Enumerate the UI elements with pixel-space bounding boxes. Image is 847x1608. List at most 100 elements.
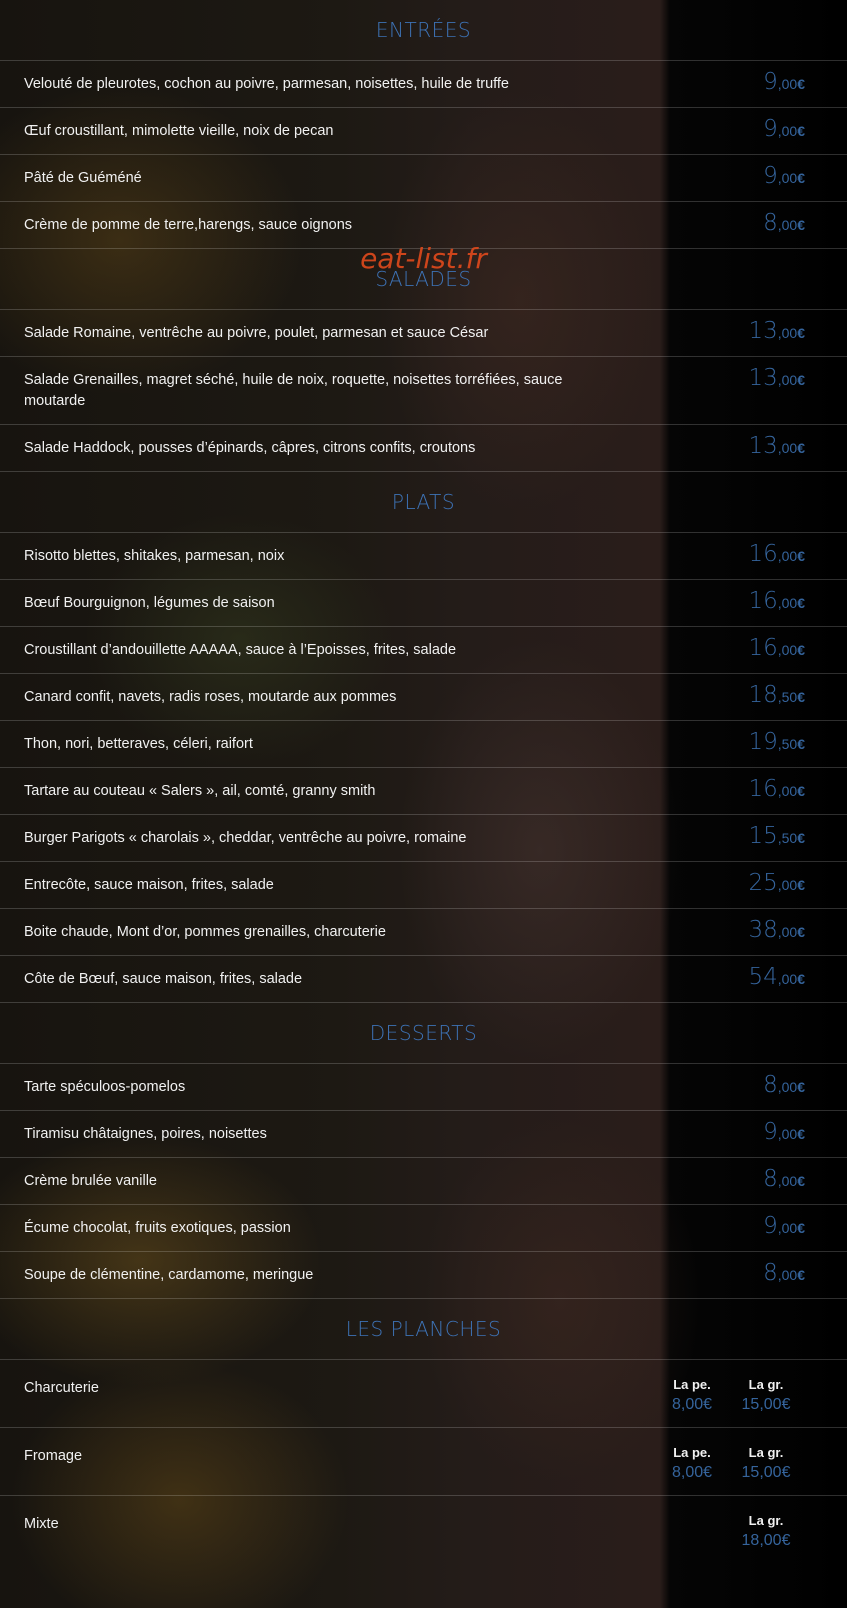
price-decimals: ,00 (680, 1464, 704, 1481)
menu-item-name: Risotto blettes, shitakes, parmesan, noi… (24, 548, 285, 564)
currency-symbol: € (797, 783, 805, 799)
menu-item: Risotto blettes, shitakes, parmesan, noi… (0, 532, 847, 579)
size-label: La gr. (748, 1513, 784, 1528)
planche-large-size: La gr. 15,00€ (726, 1444, 806, 1484)
currency-symbol: € (781, 1464, 791, 1481)
currency-symbol: € (797, 971, 805, 987)
currency-symbol: € (797, 1173, 805, 1189)
price-decimals: ,00 (777, 595, 798, 611)
menu-item-name: Bœuf Bourguignon, légumes de saison (24, 595, 275, 611)
currency-symbol: € (797, 924, 805, 940)
size-label: La gr. (748, 1445, 784, 1460)
menu-item-name: Œuf croustillant, mimolette vieille, noi… (24, 123, 334, 139)
menu-item: Tarte spéculoos-pomelos 8,00€ (0, 1063, 847, 1110)
price-integer: 18 (748, 682, 778, 708)
menu-item-price: 13,00€ (748, 433, 805, 459)
menu-item-price: 18,50€ (748, 682, 805, 708)
price-integer: 8 (763, 1166, 778, 1192)
menu-item-name: Salade Romaine, ventrêche au poivre, pou… (24, 325, 489, 341)
price-integer: 16 (748, 588, 778, 614)
currency-symbol: € (797, 877, 805, 893)
price-integer: 19 (748, 729, 778, 755)
menu-item: Canard confit, navets, radis roses, mout… (0, 673, 847, 720)
menu-page: ENTRÉES Velouté de pleurotes, cochon au p… (0, 0, 847, 1608)
price-integer: 54 (748, 964, 778, 990)
planche-small-price: 8,00€ (652, 1394, 732, 1416)
price-integer: 38 (748, 917, 778, 943)
price-integer: 9 (763, 1119, 778, 1145)
price-integer: 15 (741, 1396, 760, 1413)
price-decimals: ,00 (759, 1464, 782, 1481)
currency-symbol: € (797, 1079, 805, 1095)
price-decimals: ,00 (777, 1220, 798, 1236)
menu-item-price: 8,00€ (763, 1166, 805, 1192)
currency-symbol: € (781, 1396, 791, 1413)
currency-symbol: € (797, 595, 805, 611)
currency-symbol: € (797, 372, 805, 388)
menu-item: Velouté de pleurotes, cochon au poivre, … (0, 60, 847, 107)
menu-section: SALADES Salade Romaine, ventrêche au poiv… (0, 249, 847, 472)
menu-item-name: Salade Haddock, pousses d’épinards, câpr… (24, 440, 476, 456)
price-integer: 9 (763, 1213, 778, 1239)
price-decimals: ,50 (777, 830, 798, 846)
menu-item: Boite chaude, Mont d’or, pommes grenaill… (0, 908, 847, 955)
menu-item-name: Soupe de clémentine, cardamome, meringue (24, 1267, 314, 1283)
size-label: La pe. (673, 1445, 711, 1460)
price-decimals: ,00 (777, 76, 798, 92)
menu-item: Œuf croustillant, mimolette vieille, noi… (0, 107, 847, 154)
price-decimals: ,00 (777, 217, 798, 233)
section-title: PLATS (391, 490, 456, 514)
menu-item-price: 16,00€ (748, 635, 805, 661)
planche-item: Mixte La gr. 18,00€ (0, 1495, 847, 1563)
price-decimals: ,00 (777, 440, 798, 456)
menu-item-price: 9,00€ (763, 1119, 805, 1145)
price-decimals: ,00 (777, 971, 798, 987)
menu-item-price: 16,00€ (748, 588, 805, 614)
menu-item: Salade Grenailles, magret séché, huile d… (0, 356, 847, 424)
currency-symbol: € (797, 642, 805, 658)
size-label: La pe. (673, 1377, 711, 1392)
currency-symbol: € (797, 170, 805, 186)
menu-item: Croustillant d’andouillette AAAAA, sauce… (0, 626, 847, 673)
price-decimals: ,00 (759, 1532, 782, 1549)
menu-item-price: 8,00€ (763, 1072, 805, 1098)
currency-symbol: € (703, 1396, 713, 1413)
price-integer: 8 (671, 1396, 681, 1413)
menu-section: PLATS Risotto blettes, shitakes, parmesan… (0, 472, 847, 1003)
price-decimals: ,00 (777, 325, 798, 341)
price-decimals: ,00 (777, 783, 798, 799)
menu-item-price: 25,00€ (748, 870, 805, 896)
price-decimals: ,00 (777, 170, 798, 186)
menu-item: Burger Parigots « charolais », cheddar, … (0, 814, 847, 861)
menu-item: Crème brulée vanille 8,00€ (0, 1157, 847, 1204)
price-decimals: ,00 (680, 1396, 704, 1413)
menu-item: Côte de Bœuf, sauce maison, frites, sala… (0, 955, 847, 1002)
menu-item-name: Pâté de Guéméné (24, 170, 142, 186)
price-decimals: ,00 (777, 1079, 798, 1095)
menu-item-name: Entrecôte, sauce maison, frites, salade (24, 877, 274, 893)
planche-item: Charcuterie La pe. 8,00€ La gr. 15,00€ (0, 1359, 847, 1427)
menu-item-name: Thon, nori, betteraves, céleri, raifort (24, 736, 253, 752)
price-decimals: ,00 (777, 924, 798, 940)
menu-item-price: 19,50€ (748, 729, 805, 755)
menu-item-price: 9,00€ (763, 1213, 805, 1239)
menu-item-price: 15,50€ (748, 823, 805, 849)
planche-name: Charcuterie (24, 1380, 99, 1396)
menu-item-name: Canard confit, navets, radis roses, mout… (24, 689, 397, 705)
menu-item-price: 8,00€ (763, 210, 805, 236)
planche-item: Fromage La pe. 8,00€ La gr. 15,00€ (0, 1427, 847, 1495)
price-integer: 16 (748, 541, 778, 567)
section-title: LES PLANCHES (345, 1317, 502, 1341)
menu-item-price: 38,00€ (748, 917, 805, 943)
planche-name: Mixte (24, 1516, 59, 1532)
price-integer: 25 (748, 870, 778, 896)
planche-small-size: La pe. 8,00€ (652, 1376, 732, 1416)
price-decimals: ,00 (777, 1267, 798, 1283)
currency-symbol: € (797, 76, 805, 92)
currency-symbol: € (797, 830, 805, 846)
planche-large-price: 15,00€ (726, 1462, 806, 1484)
price-decimals: ,00 (777, 877, 798, 893)
menu-item-price: 54,00€ (748, 964, 805, 990)
menu-item-name: Salade Grenailles, magret séché, huile d… (24, 372, 563, 409)
currency-symbol: € (797, 217, 805, 233)
